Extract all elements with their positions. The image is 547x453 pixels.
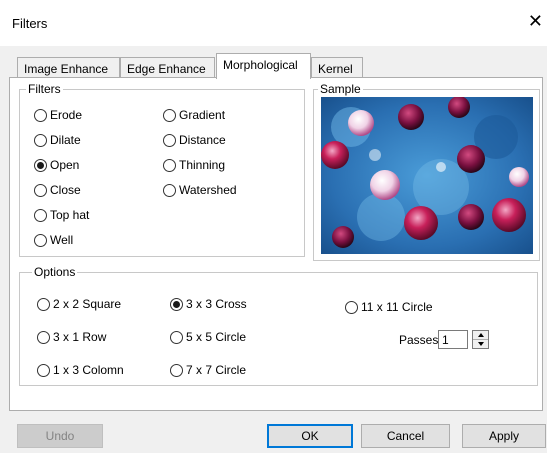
radio-indicator bbox=[163, 183, 176, 197]
tab-image-enhance[interactable]: Image Enhance bbox=[17, 57, 120, 79]
radio-indicator bbox=[37, 297, 50, 311]
passes-input[interactable] bbox=[438, 330, 468, 349]
radio-distance[interactable]: Distance bbox=[163, 133, 226, 147]
ok-button[interactable]: OK bbox=[267, 424, 353, 448]
cancel-button[interactable]: Cancel bbox=[361, 424, 450, 448]
sample-image bbox=[321, 97, 533, 254]
filters-legend: Filters bbox=[26, 82, 63, 96]
sample-legend: Sample bbox=[318, 82, 363, 96]
radio-erode[interactable]: Erode bbox=[34, 108, 82, 122]
title-bar: Filters ✕ bbox=[0, 0, 547, 46]
radio-indicator bbox=[163, 133, 176, 147]
radio-indicator bbox=[170, 330, 183, 344]
radio-11x11-circle[interactable]: 11 x 11 Circle bbox=[345, 300, 433, 314]
radio-indicator-selected bbox=[170, 297, 183, 311]
radio-indicator bbox=[163, 108, 176, 122]
radio-indicator-selected bbox=[34, 158, 47, 172]
tab-kernel[interactable]: Kernel bbox=[311, 57, 363, 79]
radio-open[interactable]: Open bbox=[34, 158, 79, 172]
radio-indicator bbox=[345, 300, 358, 314]
radio-3x1-row[interactable]: 3 x 1 Row bbox=[37, 330, 106, 344]
radio-indicator bbox=[37, 363, 50, 377]
radio-indicator bbox=[34, 208, 47, 222]
radio-dilate[interactable]: Dilate bbox=[34, 133, 81, 147]
radio-close[interactable]: Close bbox=[34, 183, 81, 197]
radio-indicator bbox=[34, 133, 47, 147]
radio-gradient[interactable]: Gradient bbox=[163, 108, 225, 122]
radio-indicator bbox=[37, 330, 50, 344]
window-title: Filters bbox=[12, 16, 48, 31]
tab-morphological[interactable]: Morphological bbox=[216, 53, 311, 79]
radio-well[interactable]: Well bbox=[34, 233, 73, 247]
apply-button[interactable]: Apply bbox=[462, 424, 546, 448]
radio-indicator bbox=[170, 363, 183, 377]
passes-label: Passes bbox=[399, 333, 439, 347]
tab-edge-enhance[interactable]: Edge Enhance bbox=[120, 57, 215, 79]
radio-indicator bbox=[34, 233, 47, 247]
undo-button[interactable]: Undo bbox=[17, 424, 103, 448]
spin-down-icon[interactable] bbox=[473, 339, 488, 348]
radio-thinning[interactable]: Thinning bbox=[163, 158, 225, 172]
close-icon[interactable]: ✕ bbox=[528, 12, 543, 30]
radio-1x3-column[interactable]: 1 x 3 Colomn bbox=[37, 363, 124, 377]
radio-watershed[interactable]: Watershed bbox=[163, 183, 237, 197]
radio-indicator bbox=[34, 183, 47, 197]
radio-indicator bbox=[163, 158, 176, 172]
radio-indicator bbox=[34, 108, 47, 122]
radio-5x5-circle[interactable]: 5 x 5 Circle bbox=[170, 330, 246, 344]
radio-2x2-square[interactable]: 2 x 2 Square bbox=[37, 297, 121, 311]
options-legend: Options bbox=[32, 265, 78, 279]
radio-3x3-cross[interactable]: 3 x 3 Cross bbox=[170, 297, 247, 311]
passes-spinner[interactable] bbox=[472, 330, 489, 349]
radio-7x7-circle[interactable]: 7 x 7 Circle bbox=[170, 363, 246, 377]
radio-top-hat[interactable]: Top hat bbox=[34, 208, 89, 222]
